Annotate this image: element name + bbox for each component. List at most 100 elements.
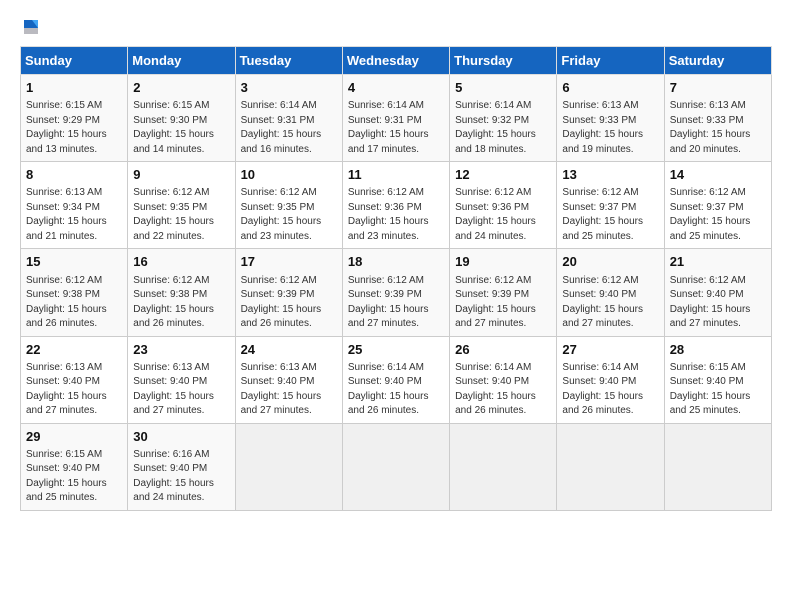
day-number: 12	[455, 166, 551, 184]
day-number: 16	[133, 253, 229, 271]
calendar-day-28: 28 Sunrise: 6:15 AM Sunset: 9:40 PM Dayli…	[664, 336, 771, 423]
page-header	[20, 20, 772, 36]
day-number: 14	[670, 166, 766, 184]
day-info: Sunrise: 6:15 AM Sunset: 9:29 PM Dayligh…	[26, 99, 122, 157]
calendar-week-row: 15Sunrise: 6:12 AM Sunset: 9:38 PM Dayli…	[21, 249, 772, 336]
day-info: Sunrise: 6:13 AM Sunset: 9:40 PM Dayligh…	[241, 361, 337, 419]
calendar-day-7: 7Sunrise: 6:13 AM Sunset: 9:33 PM Daylig…	[664, 75, 771, 162]
day-info: Sunrise: 6:12 AM Sunset: 9:38 PM Dayligh…	[133, 274, 229, 332]
day-info: Sunrise: 6:13 AM Sunset: 9:40 PM Dayligh…	[26, 361, 122, 419]
calendar-day-3: 3 Sunrise: 6:14 AM Sunset: 9:31 PM Daylig…	[235, 75, 342, 162]
day-info: Sunrise: 6:12 AM Sunset: 9:40 PM Dayligh…	[562, 274, 658, 332]
calendar-day-1: 1Sunrise: 6:15 AM Sunset: 9:29 PM Daylig…	[21, 75, 128, 162]
day-number: 11	[348, 166, 444, 184]
day-info: Sunrise: 6:14 AM Sunset: 9:31 PM Dayligh…	[348, 99, 444, 157]
day-number: 8	[26, 166, 122, 184]
day-info: Sunrise: 6:12 AM Sunset: 9:39 PM Dayligh…	[455, 274, 551, 332]
weekday-header-tuesday: Tuesday	[235, 47, 342, 75]
calendar-table: SundayMondayTuesdayWednesdayThursdayFrid…	[20, 46, 772, 511]
calendar-week-row: 29 Sunrise: 6:15 AM Sunset: 9:40 PM Dayli…	[21, 423, 772, 510]
calendar-week-row: 8 Sunrise: 6:13 AM Sunset: 9:34 PM Daylig…	[21, 162, 772, 249]
calendar-day-26: 26 Sunrise: 6:14 AM Sunset: 9:40 PM Dayli…	[450, 336, 557, 423]
day-number: 10	[241, 166, 337, 184]
calendar-week-row: 22Sunrise: 6:13 AM Sunset: 9:40 PM Dayli…	[21, 336, 772, 423]
day-info: Sunrise: 6:12 AM Sunset: 9:39 PM Dayligh…	[348, 274, 444, 332]
day-info: Sunrise: 6:14 AM Sunset: 9:40 PM Dayligh…	[455, 361, 551, 419]
calendar-day-10: 10 Sunrise: 6:12 AM Sunset: 9:35 PM Dayli…	[235, 162, 342, 249]
calendar-day-16: 16 Sunrise: 6:12 AM Sunset: 9:38 PM Dayli…	[128, 249, 235, 336]
calendar-day-21: 21Sunrise: 6:12 AM Sunset: 9:40 PM Dayli…	[664, 249, 771, 336]
day-info: Sunrise: 6:13 AM Sunset: 9:40 PM Dayligh…	[133, 361, 229, 419]
day-number: 25	[348, 341, 444, 359]
day-info: Sunrise: 6:12 AM Sunset: 9:36 PM Dayligh…	[455, 186, 551, 244]
day-info: Sunrise: 6:13 AM Sunset: 9:33 PM Dayligh…	[562, 99, 658, 157]
weekday-header-monday: Monday	[128, 47, 235, 75]
calendar-header-row: SundayMondayTuesdayWednesdayThursdayFrid…	[21, 47, 772, 75]
day-info: Sunrise: 6:14 AM Sunset: 9:32 PM Dayligh…	[455, 99, 551, 157]
calendar-day-24: 24 Sunrise: 6:13 AM Sunset: 9:40 PM Dayli…	[235, 336, 342, 423]
day-number: 20	[562, 253, 658, 271]
weekday-header-thursday: Thursday	[450, 47, 557, 75]
day-number: 18	[348, 253, 444, 271]
calendar-day-20: 20 Sunrise: 6:12 AM Sunset: 9:40 PM Dayli…	[557, 249, 664, 336]
day-info: Sunrise: 6:14 AM Sunset: 9:40 PM Dayligh…	[348, 361, 444, 419]
day-info: Sunrise: 6:16 AM Sunset: 9:40 PM Dayligh…	[133, 448, 229, 506]
calendar-day-30: 30 Sunrise: 6:16 AM Sunset: 9:40 PM Dayli…	[128, 423, 235, 510]
calendar-body: 1Sunrise: 6:15 AM Sunset: 9:29 PM Daylig…	[21, 75, 772, 511]
calendar-day-6: 6 Sunrise: 6:13 AM Sunset: 9:33 PM Daylig…	[557, 75, 664, 162]
calendar-day-4: 4 Sunrise: 6:14 AM Sunset: 9:31 PM Daylig…	[342, 75, 449, 162]
calendar-day-13: 13 Sunrise: 6:12 AM Sunset: 9:37 PM Dayli…	[557, 162, 664, 249]
calendar-week-row: 1Sunrise: 6:15 AM Sunset: 9:29 PM Daylig…	[21, 75, 772, 162]
day-info: Sunrise: 6:14 AM Sunset: 9:31 PM Dayligh…	[241, 99, 337, 157]
day-info: Sunrise: 6:12 AM Sunset: 9:35 PM Dayligh…	[133, 186, 229, 244]
day-info: Sunrise: 6:12 AM Sunset: 9:36 PM Dayligh…	[348, 186, 444, 244]
calendar-day-23: 23Sunrise: 6:13 AM Sunset: 9:40 PM Dayli…	[128, 336, 235, 423]
calendar-day-5: 5 Sunrise: 6:14 AM Sunset: 9:32 PM Daylig…	[450, 75, 557, 162]
day-number: 28	[670, 341, 766, 359]
day-number: 3	[241, 79, 337, 97]
empty-cell	[342, 423, 449, 510]
weekday-header-friday: Friday	[557, 47, 664, 75]
weekday-header-sunday: Sunday	[21, 47, 128, 75]
day-info: Sunrise: 6:12 AM Sunset: 9:37 PM Dayligh…	[670, 186, 766, 244]
day-number: 26	[455, 341, 551, 359]
day-info: Sunrise: 6:15 AM Sunset: 9:40 PM Dayligh…	[670, 361, 766, 419]
day-info: Sunrise: 6:12 AM Sunset: 9:38 PM Dayligh…	[26, 274, 122, 332]
day-number: 5	[455, 79, 551, 97]
day-number: 19	[455, 253, 551, 271]
calendar-day-9: 9 Sunrise: 6:12 AM Sunset: 9:35 PM Daylig…	[128, 162, 235, 249]
day-number: 24	[241, 341, 337, 359]
calendar-day-29: 29 Sunrise: 6:15 AM Sunset: 9:40 PM Dayli…	[21, 423, 128, 510]
day-info: Sunrise: 6:12 AM Sunset: 9:35 PM Dayligh…	[241, 186, 337, 244]
empty-cell	[664, 423, 771, 510]
day-info: Sunrise: 6:12 AM Sunset: 9:37 PM Dayligh…	[562, 186, 658, 244]
calendar-day-19: 19 Sunrise: 6:12 AM Sunset: 9:39 PM Dayli…	[450, 249, 557, 336]
empty-cell	[450, 423, 557, 510]
calendar-day-27: 27Sunrise: 6:14 AM Sunset: 9:40 PM Dayli…	[557, 336, 664, 423]
day-number: 30	[133, 428, 229, 446]
day-info: Sunrise: 6:15 AM Sunset: 9:30 PM Dayligh…	[133, 99, 229, 157]
calendar-day-11: 11 Sunrise: 6:12 AM Sunset: 9:36 PM Dayli…	[342, 162, 449, 249]
logo-flag-icon	[22, 18, 40, 36]
day-number: 13	[562, 166, 658, 184]
day-number: 6	[562, 79, 658, 97]
day-number: 27	[562, 341, 658, 359]
calendar-day-12: 12 Sunrise: 6:12 AM Sunset: 9:36 PM Dayli…	[450, 162, 557, 249]
day-info: Sunrise: 6:13 AM Sunset: 9:34 PM Dayligh…	[26, 186, 122, 244]
day-info: Sunrise: 6:12 AM Sunset: 9:39 PM Dayligh…	[241, 274, 337, 332]
calendar-day-2: 2Sunrise: 6:15 AM Sunset: 9:30 PM Daylig…	[128, 75, 235, 162]
calendar-day-18: 18 Sunrise: 6:12 AM Sunset: 9:39 PM Dayli…	[342, 249, 449, 336]
empty-cell	[235, 423, 342, 510]
day-number: 29	[26, 428, 122, 446]
day-info: Sunrise: 6:13 AM Sunset: 9:33 PM Dayligh…	[670, 99, 766, 157]
logo	[20, 20, 40, 36]
day-number: 21	[670, 253, 766, 271]
day-number: 4	[348, 79, 444, 97]
calendar-day-14: 14 Sunrise: 6:12 AM Sunset: 9:37 PM Dayli…	[664, 162, 771, 249]
day-number: 9	[133, 166, 229, 184]
weekday-header-wednesday: Wednesday	[342, 47, 449, 75]
weekday-header-saturday: Saturday	[664, 47, 771, 75]
calendar-day-22: 22Sunrise: 6:13 AM Sunset: 9:40 PM Dayli…	[21, 336, 128, 423]
empty-cell	[557, 423, 664, 510]
day-info: Sunrise: 6:15 AM Sunset: 9:40 PM Dayligh…	[26, 448, 122, 506]
